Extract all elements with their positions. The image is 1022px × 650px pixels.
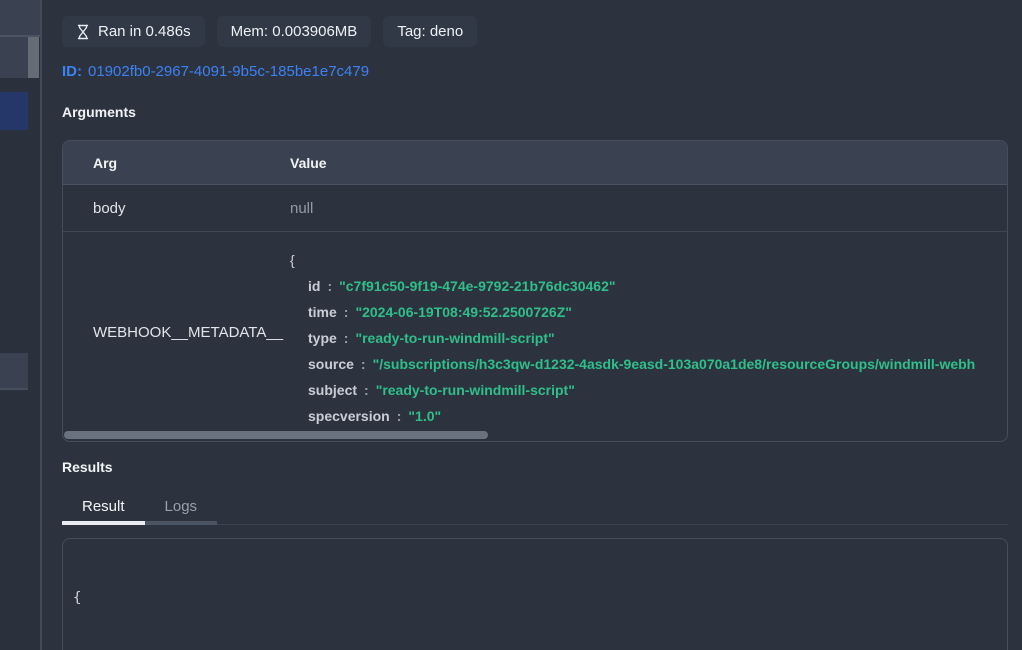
column-header-arg: Arg: [63, 155, 290, 171]
json-entry: subject: "ready-to-run-windmill-script": [308, 377, 1007, 403]
json-colon: :: [397, 408, 402, 424]
graph-node-selected[interactable]: [0, 92, 28, 130]
flow-graph-strip: [0, 0, 42, 650]
json-entry: id: "c7f91c50-9f19-474e-9792-21b76dc30462…: [308, 273, 1007, 299]
json-colon: :: [364, 382, 369, 398]
results-tabbar: Result Logs: [62, 495, 1008, 525]
arg-name: WEBHOOK__METADATA__: [63, 232, 290, 432]
memory-badge: Mem: 0.003906MB: [217, 16, 372, 47]
json-key: id: [308, 278, 320, 294]
runtime-badge: Ran in 0.486s: [62, 16, 205, 47]
results-heading: Results: [62, 459, 113, 475]
column-header-value: Value: [290, 155, 1007, 171]
arguments-table-header: Arg Value: [63, 141, 1007, 185]
json-open-brace: {: [290, 247, 1007, 273]
json-entry: time: "2024-06-19T08:49:52.2500726Z": [308, 299, 1007, 325]
json-key: type: [308, 330, 337, 346]
json-key: specversion: [308, 408, 390, 424]
graph-node-fragment[interactable]: [0, 353, 28, 390]
json-key: source: [308, 356, 354, 372]
runtime-badge-label: Ran in 0.486s: [98, 23, 191, 40]
json-string-value: "/subscriptions/h3c3qw-d1232-4asdk-9easd…: [373, 356, 976, 372]
arguments-heading: Arguments: [62, 104, 136, 120]
json-entry: type: "ready-to-run-windmill-script": [308, 325, 1007, 351]
hourglass-icon: [76, 24, 90, 40]
tag-badge: Tag: deno: [383, 16, 477, 47]
json-colon: :: [361, 356, 366, 372]
arg-name: body: [63, 200, 290, 217]
json-entry: specversion: "1.0": [308, 403, 1007, 429]
json-entry: source: "/subscriptions/h3c3qw-d1232-4asd…: [308, 351, 1007, 377]
job-id-label: ID:: [62, 63, 82, 80]
json-key: subject: [308, 382, 357, 398]
run-stats-row: Ran in 0.486s Mem: 0.003906MB Tag: deno: [62, 16, 477, 47]
graph-node-scrollbar[interactable]: [28, 37, 39, 78]
table-row-body: body null: [63, 185, 1007, 232]
memory-badge-label: Mem: 0.003906MB: [231, 23, 358, 40]
graph-node-fragment[interactable]: [0, 0, 40, 35]
graph-node-fragment[interactable]: [0, 37, 28, 78]
json-colon: :: [344, 304, 349, 320]
json-colon: :: [344, 330, 349, 346]
result-json-code: { "str": "default arg", "union": "Hello …: [73, 548, 997, 650]
horizontal-scrollbar-thumb[interactable]: [64, 431, 488, 439]
code-line: {: [73, 588, 997, 608]
tag-badge-label: Tag: deno: [397, 23, 463, 40]
tab-logs[interactable]: Logs: [145, 495, 218, 525]
json-string-value: "ready-to-run-windmill-script": [355, 330, 554, 346]
job-id-value[interactable]: 01902fb0-2967-4091-9b5c-185be1e7c479: [88, 63, 369, 80]
metadata-json-viewer: { id: "c7f91c50-9f19-474e-9792-21b76dc304…: [290, 232, 1007, 432]
job-id-line: ID: 01902fb0-2967-4091-9b5c-185be1e7c479: [62, 63, 369, 80]
tab-result[interactable]: Result: [62, 495, 145, 525]
table-row-webhook-metadata: WEBHOOK__METADATA__ { id: "c7f91c50-9f19-…: [63, 232, 1007, 432]
json-colon: :: [327, 278, 332, 294]
json-string-value: "ready-to-run-windmill-script": [376, 382, 575, 398]
json-string-value: "1.0": [408, 408, 441, 424]
arg-value-null: null: [290, 200, 1007, 217]
result-output-panel: { "str": "default arg", "union": "Hello …: [62, 538, 1008, 650]
json-string-value: "c7f91c50-9f19-474e-9792-21b76dc30462": [339, 278, 615, 294]
arguments-table: Arg Value body null WEBHOOK__METADATA__ …: [62, 140, 1008, 442]
job-run-detail-page: Ran in 0.486s Mem: 0.003906MB Tag: deno …: [0, 0, 1022, 650]
json-key: time: [308, 304, 337, 320]
panel-divider: [40, 0, 42, 650]
json-string-value: "2024-06-19T08:49:52.2500726Z": [355, 304, 571, 320]
